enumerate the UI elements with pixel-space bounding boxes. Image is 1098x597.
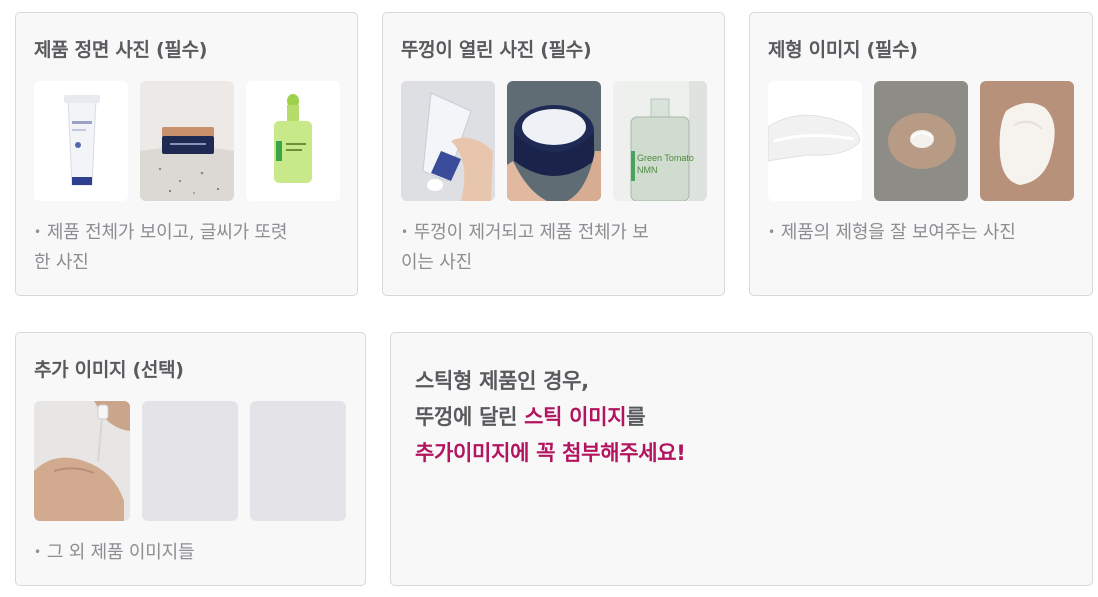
thumbnail-row bbox=[34, 401, 346, 521]
empty-image-slot[interactable] bbox=[250, 401, 346, 521]
stick-product-notice-card: 스틱형 제품인 경우, 뚜껑에 달린 스틱 이미지를 추가이미지에 꼭 첨부해주… bbox=[390, 332, 1093, 586]
card-title: 추가 이미지 (선택) bbox=[34, 359, 184, 381]
description-line: 그 외 제품 이미지들 bbox=[46, 542, 195, 563]
description-line: 한 사진 bbox=[34, 252, 89, 273]
card-description: • 제품 전체가 보이고, 글씨가 또렷 한 사진 bbox=[34, 217, 287, 278]
empty-image-slot[interactable] bbox=[142, 401, 238, 521]
bullet: • bbox=[34, 545, 41, 559]
notice-line: 뚜껑에 달린 bbox=[415, 405, 525, 429]
cream-swatch-photo[interactable] bbox=[768, 81, 862, 201]
bullet: • bbox=[401, 225, 408, 239]
notice-text: 스틱형 제품인 경우, 뚜껑에 달린 스틱 이미지를 추가이미지에 꼭 첨부해주… bbox=[415, 363, 686, 471]
open-tube-photo[interactable] bbox=[401, 81, 495, 201]
bottle-label-text: NMN bbox=[637, 165, 658, 175]
cream-texture-photo[interactable] bbox=[980, 81, 1074, 201]
tube-front-photo[interactable] bbox=[34, 81, 128, 201]
hand-swatch-photo[interactable] bbox=[874, 81, 968, 201]
bullet: • bbox=[34, 225, 41, 239]
thumbnail-row bbox=[34, 81, 340, 201]
card-cap-off-photo: 뚜껑이 열린 사진 (필수) Green Tomato NMN • 뚜껑이 제거… bbox=[382, 12, 725, 296]
description-line: 제품의 제형을 잘 보여주는 사진 bbox=[780, 222, 1016, 243]
card-texture-image: 제형 이미지 (필수) • 제품의 제형을 잘 보여주는 사진 bbox=[749, 12, 1093, 296]
description-line: 제품 전체가 보이고, 글씨가 또렷 bbox=[46, 222, 288, 243]
card-description: • 제품의 제형을 잘 보여주는 사진 bbox=[768, 217, 1016, 248]
notice-line: 를 bbox=[626, 405, 646, 429]
description-line: 뚜껑이 제거되고 제품 전체가 보 bbox=[413, 222, 649, 243]
card-description: • 그 외 제품 이미지들 bbox=[34, 537, 195, 568]
open-jar-photo[interactable] bbox=[507, 81, 601, 201]
description-line: 이는 사진 bbox=[401, 252, 472, 273]
open-bottle-photo[interactable]: Green Tomato NMN bbox=[613, 81, 707, 201]
card-description: • 뚜껑이 제거되고 제품 전체가 보 이는 사진 bbox=[401, 217, 649, 278]
jar-front-photo[interactable] bbox=[140, 81, 234, 201]
notice-highlight: 스틱 이미지 bbox=[524, 405, 627, 429]
notice-line: 스틱형 제품인 경우, bbox=[415, 369, 589, 393]
thumbnail-row: Green Tomato NMN bbox=[401, 81, 707, 201]
card-additional-images: 추가 이미지 (선택) • 그 외 제품 이미지들 bbox=[15, 332, 366, 586]
card-title: 제형 이미지 (필수) bbox=[768, 39, 918, 61]
card-title: 뚜껑이 열린 사진 (필수) bbox=[401, 39, 592, 61]
thumbnail-row bbox=[768, 81, 1074, 201]
dropper-hand-photo[interactable] bbox=[34, 401, 130, 521]
dropper-bottle-front-photo[interactable] bbox=[246, 81, 340, 201]
bottle-label-text: Green Tomato bbox=[637, 153, 694, 163]
card-title: 제품 정면 사진 (필수) bbox=[34, 39, 208, 61]
notice-highlight: 추가이미지에 꼭 첨부해주세요! bbox=[415, 441, 686, 465]
card-product-front-photo: 제품 정면 사진 (필수) • 제품 전체가 보이고, 글씨가 또렷 한 사진 bbox=[15, 12, 358, 296]
bullet: • bbox=[768, 225, 775, 239]
